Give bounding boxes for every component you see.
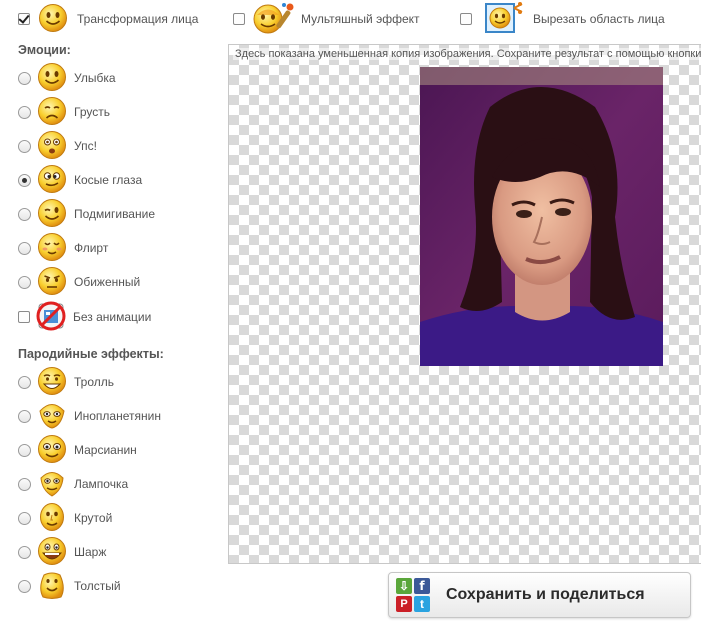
offended-label: Обиженный: [74, 275, 141, 289]
wink-radio[interactable]: [18, 207, 31, 221]
oops-label: Упс!: [74, 139, 97, 153]
download-icon: ⇩: [396, 578, 412, 594]
emotion-option-flirt[interactable]: Флирт: [18, 232, 108, 264]
emotion-option-offended[interactable]: Обиженный: [18, 266, 140, 298]
no-animation-checkbox[interactable]: [18, 311, 30, 323]
lightbulb-head-icon: [37, 468, 74, 501]
fat-label: Толстый: [74, 579, 121, 593]
parody-title: Пародийные эффекты:: [18, 347, 164, 361]
save-and-share-button[interactable]: ⇩ f P t Сохранить и поделиться: [388, 572, 691, 618]
parody-option-cool[interactable]: Крутой: [18, 502, 112, 534]
alien-icon: [37, 400, 74, 433]
martian-radio[interactable]: [18, 443, 31, 457]
offended-icon: [37, 266, 74, 299]
sad-label: Грусть: [74, 105, 110, 119]
face-transform-checkbox[interactable]: [18, 13, 30, 25]
cross-eyed-icon: [37, 164, 74, 197]
preview-notice: Здесь показана уменьшенная копия изображ…: [233, 48, 701, 60]
cross-eyed-radio[interactable]: [18, 173, 31, 187]
flirt-radio[interactable]: [18, 241, 31, 255]
martian-label: Марсианин: [74, 443, 137, 457]
oops-radio[interactable]: [18, 139, 31, 153]
face-transform-label: Трансформация лица: [77, 12, 199, 26]
crop-face-checkbox[interactable]: [460, 13, 472, 25]
fat-radio[interactable]: [18, 579, 31, 593]
wink-label: Подмигивание: [74, 207, 155, 221]
social-icons: ⇩ f P t: [396, 578, 430, 612]
emotion-option-sad[interactable]: Грусть: [18, 96, 110, 128]
troll-label: Тролль: [74, 375, 114, 389]
smile-icon: [37, 62, 74, 95]
no-animation-icon: [36, 301, 73, 334]
cartoon-effect-checkbox[interactable]: [233, 13, 245, 25]
sad-icon: [37, 96, 74, 129]
cool-label: Крутой: [74, 511, 113, 525]
troll-radio[interactable]: [18, 375, 31, 389]
emotion-option-wink[interactable]: Подмигивание: [18, 198, 155, 230]
alien-radio[interactable]: [18, 409, 31, 423]
option-cartoon-effect[interactable]: Мультяшный эффект: [233, 2, 420, 34]
no-animation-option[interactable]: Без анимации: [18, 301, 151, 333]
troll-icon: [37, 366, 74, 399]
cartoon-paint-icon: [251, 1, 297, 38]
oops-icon: [37, 130, 74, 163]
cross-eyed-label: Косые глаза: [74, 173, 143, 187]
wink-icon: [37, 198, 74, 231]
emotion-option-cross-eyed[interactable]: Косые глаза: [18, 164, 142, 196]
parody-option-lightbulb[interactable]: Лампочка: [18, 468, 128, 500]
parody-option-troll[interactable]: Тролль: [18, 366, 114, 398]
twitter-icon: t: [414, 596, 430, 612]
parody-option-fat[interactable]: Толстый: [18, 570, 121, 602]
fat-face-icon: [37, 570, 74, 603]
caricature-radio[interactable]: [18, 545, 31, 559]
crop-face-label: Вырезать область лица: [533, 12, 665, 26]
cool-radio[interactable]: [18, 511, 31, 525]
smile-radio[interactable]: [18, 71, 31, 85]
option-crop-face[interactable]: Вырезать область лица: [460, 1, 665, 37]
option-face-transform[interactable]: Трансформация лица: [18, 3, 199, 36]
pinterest-icon: P: [396, 596, 412, 612]
parody-option-martian[interactable]: Марсианин: [18, 434, 137, 466]
facebook-icon: f: [414, 578, 430, 594]
image-preview-panel: Здесь показана уменьшенная копия изображ…: [228, 44, 701, 564]
emotion-option-smile[interactable]: Улыбка: [18, 62, 116, 94]
lightbulb-label: Лампочка: [74, 477, 129, 491]
cartoon-effect-label: Мультяшный эффект: [301, 12, 420, 26]
smile-label: Улыбка: [74, 71, 116, 85]
emotions-title: Эмоции:: [18, 43, 71, 57]
alien-label: Инопланетянин: [74, 409, 161, 423]
emotion-option-oops[interactable]: Упс!: [18, 130, 97, 162]
offended-radio[interactable]: [18, 275, 31, 289]
flirt-label: Флирт: [74, 241, 109, 255]
caricature-label: Шарж: [74, 545, 107, 559]
sad-radio[interactable]: [18, 105, 31, 119]
no-animation-label: Без анимации: [73, 310, 152, 324]
parody-option-alien[interactable]: Инопланетянин: [18, 400, 161, 432]
flirt-icon: [37, 232, 74, 265]
lightbulb-radio[interactable]: [18, 477, 31, 491]
martian-icon: [37, 434, 74, 467]
caricature-icon: [37, 536, 74, 569]
save-and-share-label: Сохранить и поделиться: [446, 586, 645, 603]
smiley-face-icon: [38, 3, 68, 36]
parody-option-caricature[interactable]: Шарж: [18, 536, 106, 568]
cool-icon: [37, 502, 74, 535]
effect-type-bar: Трансформация лица Мультяшный эффект Выр…: [0, 0, 701, 38]
crop-face-icon: [484, 1, 524, 37]
result-photo: [420, 67, 663, 366]
